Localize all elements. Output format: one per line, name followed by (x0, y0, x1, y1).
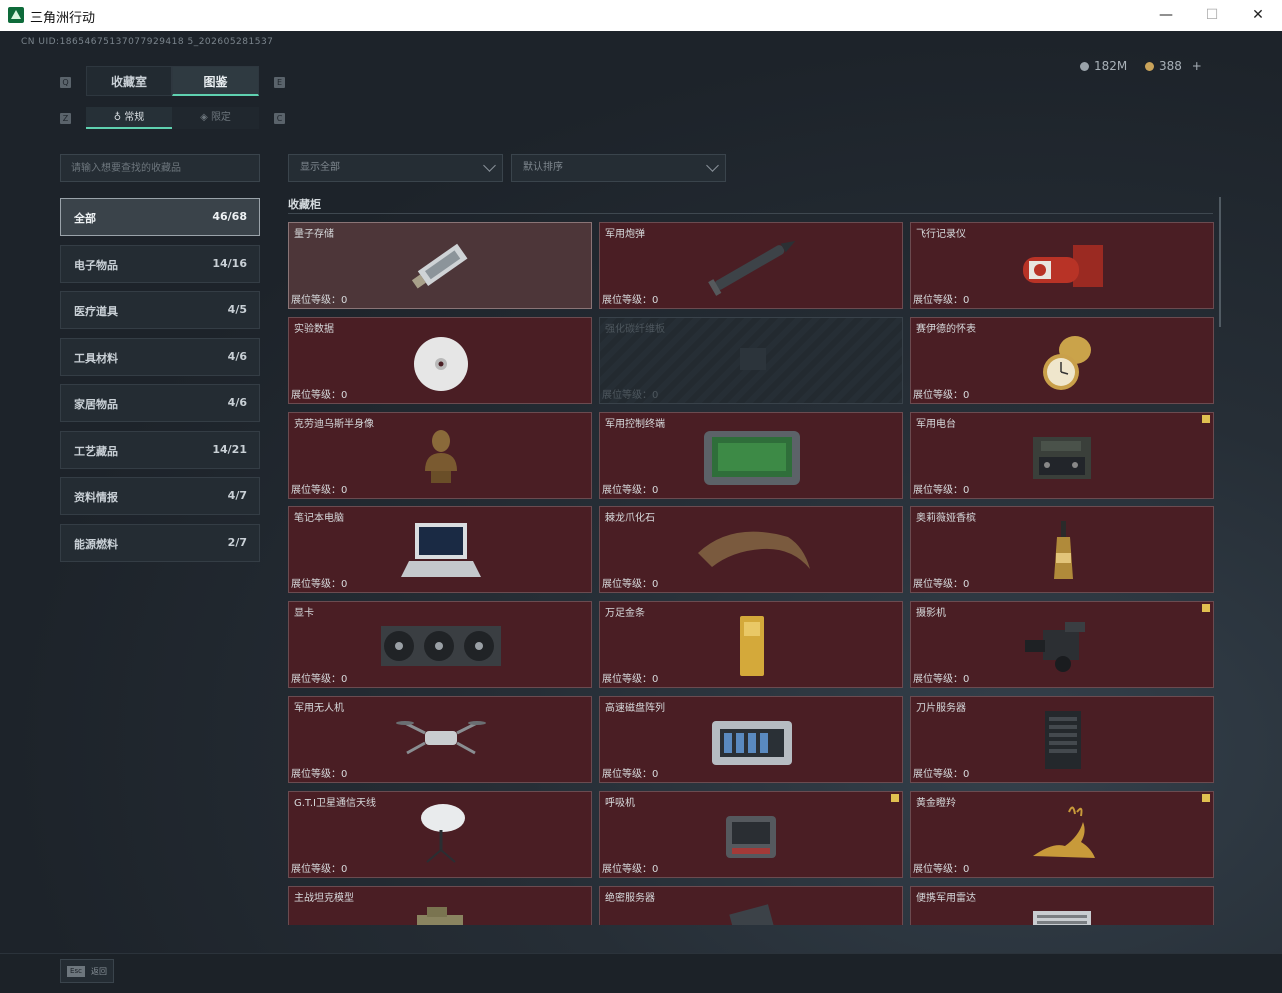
category-medical[interactable]: 医疗道具 4/5 (60, 291, 260, 329)
claw-fossil-icon (698, 531, 810, 569)
collection-card-bust[interactable]: 克劳迪乌斯半身像 展位等级：0 (288, 412, 592, 499)
control-terminal-icon (704, 431, 800, 485)
coin-icon (1080, 62, 1089, 71)
collection-card-military-radio[interactable]: 军用电台 展位等级：0 (910, 412, 1214, 499)
key-hint-e: E (274, 77, 285, 88)
collection-card-carbon-fiber-locked[interactable]: 强化碳纤维板 展位等级：0 (599, 317, 903, 404)
collection-card-military-shell[interactable]: 军用炮弹 展位等级：0 (599, 222, 903, 309)
tab-encyclopedia[interactable]: 图鉴 (172, 66, 259, 96)
category-household[interactable]: 家居物品 4/6 (60, 384, 260, 422)
collection-card-flight-recorder[interactable]: 飞行记录仪 展位等级：0 (910, 222, 1214, 309)
close-button[interactable]: ✕ (1238, 5, 1278, 25)
laptop-icon (401, 523, 481, 577)
portable-radar-icon (1033, 911, 1091, 925)
new-badge-icon (891, 794, 899, 802)
new-badge-icon (1202, 604, 1210, 612)
collection-card-secret-server[interactable]: 绝密服务器 展位等级：0 (599, 886, 903, 925)
regular-icon: ♁ (113, 112, 125, 123)
esc-key-hint: Esc (67, 966, 85, 977)
collection-card-golden-gazelle[interactable]: 黄金瞪羚 展位等级：0 (910, 791, 1214, 878)
satellite-dish-icon (421, 804, 465, 863)
collection-grid: 量子存储 展位等级：0 军用炮弹 展位等级：0 飞行记录仪 展位等级：0 实验数… (288, 222, 1214, 925)
collection-card-tank-model[interactable]: 主战坦克模型 展位等级：0 (288, 886, 592, 925)
premium-coin-icon (1145, 62, 1154, 71)
collection-card-disk-array[interactable]: 高速磁盘阵列 展位等级：0 (599, 696, 903, 783)
collection-card-drone[interactable]: 军用无人机 展位等级：0 (288, 696, 592, 783)
chevron-down-icon (706, 159, 719, 172)
limited-icon: ◈ (200, 112, 211, 123)
cd-disc-icon (414, 337, 468, 391)
new-badge-icon (1202, 415, 1210, 423)
section-title: 收藏柜 (288, 198, 321, 211)
blade-server-icon (1045, 711, 1081, 769)
maximize-button[interactable]: ☐ (1192, 5, 1232, 25)
window-title: 三角洲行动 (30, 11, 96, 26)
locked-placeholder-icon (740, 348, 766, 370)
graphics-card-icon (381, 626, 501, 666)
key-hint-q: Q (60, 77, 71, 88)
collection-card-experiment-data[interactable]: 实验数据 展位等级：0 (288, 317, 592, 404)
category-crafts[interactable]: 工艺藏品 14/21 (60, 431, 260, 469)
radio-device-icon (1033, 437, 1091, 479)
gold-bar-icon (740, 616, 764, 676)
subtab-regular[interactable]: ♁ 常规 (86, 107, 172, 129)
sort-dropdown[interactable]: 默认排序 (511, 154, 726, 182)
category-tools[interactable]: 工具材料 4/6 (60, 338, 260, 376)
collection-card-gold-bar[interactable]: 万足金条 展位等级：0 (599, 601, 903, 688)
new-badge-icon (1202, 794, 1210, 802)
key-hint-z: Z (60, 113, 71, 124)
player-uid: CN UID:18654675137077929418 5_2026052815… (21, 37, 274, 47)
collection-card-laptop[interactable]: 笔记本电脑 展位等级：0 (288, 506, 592, 593)
video-camera-icon (1025, 622, 1085, 672)
chevron-down-icon (483, 159, 496, 172)
display-filter-dropdown[interactable]: 显示全部 (288, 154, 503, 182)
add-currency-button[interactable]: + (1192, 59, 1202, 73)
minimize-button[interactable]: — (1146, 5, 1186, 25)
category-all[interactable]: 全部 46/68 (60, 198, 260, 236)
champagne-bottle-icon (1054, 521, 1073, 579)
drone-icon (396, 721, 486, 755)
subtab-limited[interactable]: ◈ 限定 (172, 107, 259, 129)
bottom-bar (0, 953, 1282, 993)
bust-statue-icon (425, 430, 457, 483)
collection-card-pocket-watch[interactable]: 赛伊德的怀表 展位等级：0 (910, 317, 1214, 404)
game-screen: CN UID:18654675137077929418 5_2026052815… (0, 31, 1282, 993)
app-logo-icon (8, 7, 24, 23)
collection-card-quantum-storage[interactable]: 量子存储 展位等级：0 (288, 222, 592, 309)
collection-card-graphics-card[interactable]: 显卡 展位等级：0 (288, 601, 592, 688)
disk-array-icon (712, 721, 792, 765)
artillery-shell-icon (708, 241, 796, 296)
window-titlebar: 三角洲行动 — ☐ ✕ (0, 0, 1282, 32)
collection-card-claw-fossil[interactable]: 棘龙爪化石 展位等级：0 (599, 506, 903, 593)
category-electronics[interactable]: 电子物品 14/16 (60, 245, 260, 283)
currency-coins: 182M (1080, 59, 1127, 73)
category-intel[interactable]: 资料情报 4/7 (60, 477, 260, 515)
collection-card-portable-radar[interactable]: 便携军用雷达 展位等级：0 (910, 886, 1214, 925)
pocket-watch-icon (1043, 336, 1091, 390)
search-input[interactable] (60, 154, 260, 182)
collection-card-blade-server[interactable]: 刀片服务器 展位等级：0 (910, 696, 1214, 783)
back-button[interactable]: Esc 返回 (60, 959, 114, 983)
tab-collection-room[interactable]: 收藏室 (86, 66, 172, 96)
grid-scrollbar[interactable] (1219, 197, 1221, 327)
collection-card-ventilator[interactable]: 呼吸机 展位等级：0 (599, 791, 903, 878)
category-energy[interactable]: 能源燃料 2/7 (60, 524, 260, 562)
flight-recorder-icon (1023, 245, 1103, 287)
usb-drive-icon (411, 243, 468, 289)
key-hint-c: C (274, 113, 285, 124)
currency-premium: 388 + (1145, 59, 1202, 73)
section-divider (288, 213, 1213, 214)
collection-card-control-terminal[interactable]: 军用控制终端 展位等级：0 (599, 412, 903, 499)
ventilator-icon (726, 816, 776, 858)
collection-card-satellite-antenna[interactable]: G.T.I卫星通信天线 展位等级：0 (288, 791, 592, 878)
collection-card-champagne[interactable]: 奥莉薇娅香槟 展位等级：0 (910, 506, 1214, 593)
golden-gazelle-icon (1033, 806, 1095, 858)
secret-server-icon (729, 904, 775, 925)
collection-card-camera[interactable]: 摄影机 展位等级：0 (910, 601, 1214, 688)
tank-model-icon (417, 907, 463, 925)
